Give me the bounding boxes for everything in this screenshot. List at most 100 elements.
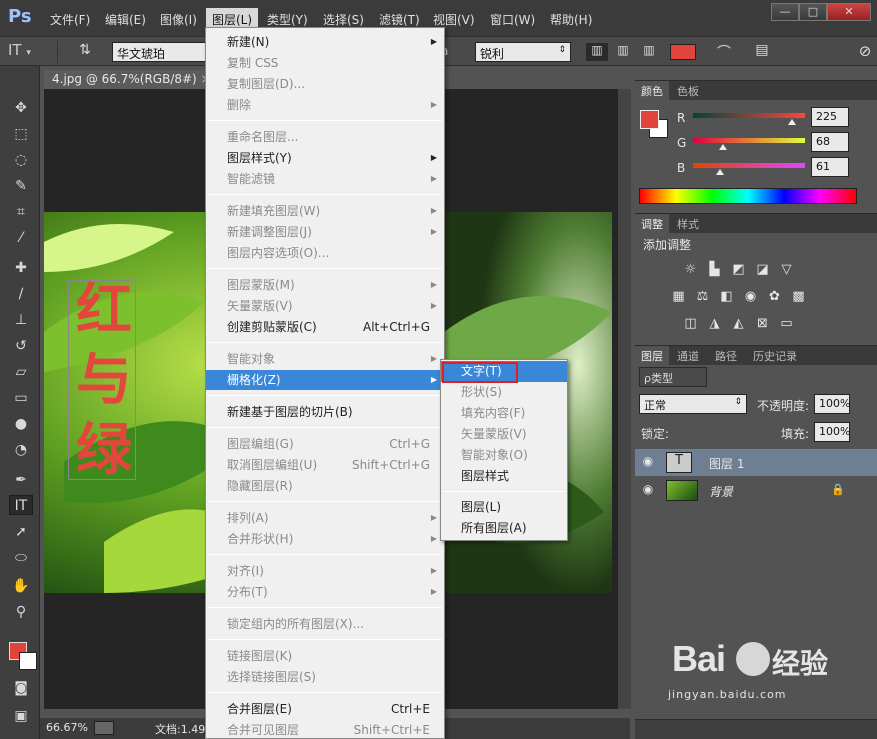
layer-menu-item[interactable]: 合并可见图层 Shift+Ctrl+E xyxy=(206,720,444,739)
layer-menu-item[interactable]: 新建调整图层(J) ▶ xyxy=(206,222,444,242)
menu-item[interactable]: 编辑(E) xyxy=(105,11,146,28)
panel-foreground-swatch[interactable] xyxy=(640,110,659,129)
menu-item[interactable]: 选择(S) xyxy=(323,11,364,28)
black-white-icon[interactable]: ◧ xyxy=(718,289,735,304)
color-lookup-icon[interactable]: ▩ xyxy=(790,289,807,304)
rasterize-menu-item[interactable]: 填充内容(F) xyxy=(441,403,567,424)
layer-menu-item[interactable]: 隐藏图层(R) xyxy=(206,476,444,496)
menu-item[interactable]: 文件(F) xyxy=(50,11,90,28)
align-right-icon[interactable]: ▥ xyxy=(638,43,660,61)
layer-menu-item[interactable]: 选择链接图层(S) xyxy=(206,667,444,687)
opacity-field[interactable]: 100% xyxy=(814,394,850,414)
shape-tool-icon[interactable]: ⬭ xyxy=(9,548,33,568)
rasterize-menu-item[interactable]: 所有图层(A) xyxy=(441,518,567,539)
layer-row[interactable]: ◉ 背景 🔒 xyxy=(635,477,877,504)
rasterize-menu-item[interactable]: 图层样式 xyxy=(441,466,567,487)
menu-item[interactable]: 视图(V) xyxy=(433,11,475,28)
tab-styles[interactable]: 样式 xyxy=(671,214,705,233)
layer-menu-item[interactable]: 栅格化(Z) ▶ xyxy=(206,370,444,390)
tab-color[interactable]: 颜色 xyxy=(635,81,669,100)
channel-value-field[interactable]: 68 xyxy=(811,132,849,152)
restore-button[interactable]: □ xyxy=(799,3,827,21)
layer-menu-item[interactable]: 删除 ▶ xyxy=(206,95,444,115)
text-color-swatch[interactable] xyxy=(670,44,696,60)
status-preview-icon[interactable] xyxy=(94,721,114,735)
document-tab[interactable]: 4.jpg @ 66.7%(RGB/8#) × xyxy=(44,70,211,89)
path-select-tool-icon[interactable]: ➚ xyxy=(9,522,33,542)
character-panel-icon[interactable]: ▤ xyxy=(752,42,772,62)
layer-menu-item[interactable]: 图层样式(Y) ▶ xyxy=(206,148,444,168)
layer-menu-item[interactable]: 图层编组(G) Ctrl+G xyxy=(206,434,444,454)
tool-preset-picker[interactable]: IT ▾ xyxy=(8,41,58,63)
posterize-icon[interactable]: ◮ xyxy=(706,316,723,331)
quick-mask-icon[interactable]: ◙ xyxy=(9,678,33,698)
layer-menu-item[interactable]: 复制 CSS xyxy=(206,53,444,73)
rasterize-menu-item[interactable]: 形状(S) xyxy=(441,382,567,403)
brightness-icon[interactable]: ☼ xyxy=(682,262,699,277)
channel-slider[interactable] xyxy=(693,138,805,143)
slider-handle[interactable] xyxy=(719,144,728,150)
tab-adjustments[interactable]: 调整 xyxy=(635,214,669,233)
menu-item[interactable]: 滤镜(T) xyxy=(379,11,420,28)
layer-menu-item[interactable]: 排列(A) ▶ xyxy=(206,508,444,528)
layer-menu-item[interactable]: 合并图层(E) Ctrl+E xyxy=(206,699,444,719)
exposure-icon[interactable]: ◪ xyxy=(754,262,771,277)
hand-tool-icon[interactable]: ✋ xyxy=(9,576,33,596)
layer-menu-item[interactable]: 图层蒙版(M) ▶ xyxy=(206,275,444,295)
layer-menu-item[interactable]: 矢量蒙版(V) ▶ xyxy=(206,296,444,316)
screen-mode-icon[interactable]: ▣ xyxy=(9,706,33,726)
channel-mixer-icon[interactable]: ✿ xyxy=(766,289,783,304)
rasterize-menu-item[interactable]: 智能对象(O) xyxy=(441,445,567,466)
channel-slider[interactable] xyxy=(693,163,805,168)
visibility-eye-icon[interactable]: ◉ xyxy=(640,482,656,498)
anti-alias-select[interactable]: 锐利 ⇕ xyxy=(475,42,571,62)
menu-item[interactable]: 窗口(W) xyxy=(490,11,535,28)
levels-icon[interactable]: ▙ xyxy=(706,262,723,277)
gradient-map-icon[interactable]: ▭ xyxy=(778,316,795,331)
quick-select-tool-icon[interactable]: ✎ xyxy=(9,176,33,196)
layer-menu-item[interactable]: 智能对象 ▶ xyxy=(206,349,444,369)
blur-tool-icon[interactable]: ● xyxy=(9,414,33,434)
rasterize-menu-item[interactable]: 图层(L) xyxy=(441,497,567,518)
marquee-tool-icon[interactable]: ⬚ xyxy=(9,124,33,144)
layer-menu-item[interactable]: 复制图层(D)... xyxy=(206,74,444,94)
photo-filter-icon[interactable]: ◉ xyxy=(742,289,759,304)
type-tool-icon[interactable]: IT xyxy=(9,495,33,515)
tab-history[interactable]: 历史记录 xyxy=(747,346,803,365)
rasterize-menu-item[interactable]: 文字(T) xyxy=(441,361,567,383)
close-button[interactable]: ✕ xyxy=(827,3,871,21)
warp-text-icon[interactable]: ⌒ xyxy=(714,42,734,62)
menu-item[interactable]: 帮助(H) xyxy=(550,11,592,28)
slider-handle[interactable] xyxy=(787,119,796,125)
zoom-tool-icon[interactable]: ⚲ xyxy=(9,602,33,622)
lasso-tool-icon[interactable]: ◌ xyxy=(9,150,33,170)
color-balance-icon[interactable]: ⚖ xyxy=(694,289,711,304)
tab-channels[interactable]: 通道 xyxy=(671,346,705,365)
eyedropper-tool-icon[interactable]: ⁄ xyxy=(9,228,33,248)
layer-menu-item[interactable]: 新建填充图层(W) ▶ xyxy=(206,201,444,221)
brush-tool-icon[interactable]: ∕ xyxy=(9,284,33,304)
threshold-icon[interactable]: ◭ xyxy=(730,316,747,331)
background-color-swatch[interactable] xyxy=(19,652,37,670)
layer-menu-item[interactable]: 链接图层(K) xyxy=(206,646,444,666)
tab-layers[interactable]: 图层 xyxy=(635,346,669,365)
layer-menu-item[interactable]: 新建基于图层的切片(B) xyxy=(206,402,444,422)
menu-item[interactable]: 类型(Y) xyxy=(267,11,308,28)
cancel-icon[interactable]: ⊘ xyxy=(856,42,874,62)
orientation-toggle-icon[interactable]: ⇅ xyxy=(74,42,96,62)
healing-brush-tool-icon[interactable]: ✚ xyxy=(9,258,33,278)
layer-menu-item[interactable]: 锁定组内的所有图层(X)... xyxy=(206,614,444,634)
layer-menu-item[interactable]: 取消图层编组(U) Shift+Ctrl+G xyxy=(206,455,444,475)
blend-mode-select[interactable]: 正常 ⇕ xyxy=(639,394,747,414)
selective-color-icon[interactable]: ⊠ xyxy=(754,316,771,331)
menu-item[interactable]: 图像(I) xyxy=(160,11,197,28)
pen-tool-icon[interactable]: ✒ xyxy=(9,470,33,490)
tab-paths[interactable]: 路径 xyxy=(709,346,743,365)
align-left-icon[interactable]: ▥ xyxy=(586,43,608,61)
layer-row[interactable]: ◉ T 图层 1 xyxy=(635,449,877,476)
layer-menu-item[interactable]: 合并形状(H) ▶ xyxy=(206,529,444,549)
align-center-icon[interactable]: ▥ xyxy=(612,43,634,61)
layer-menu-item[interactable]: 智能滤镜 ▶ xyxy=(206,169,444,189)
layer-menu-item[interactable]: 分布(T) ▶ xyxy=(206,582,444,602)
layer-menu-item[interactable]: 图层内容选项(O)... xyxy=(206,243,444,263)
